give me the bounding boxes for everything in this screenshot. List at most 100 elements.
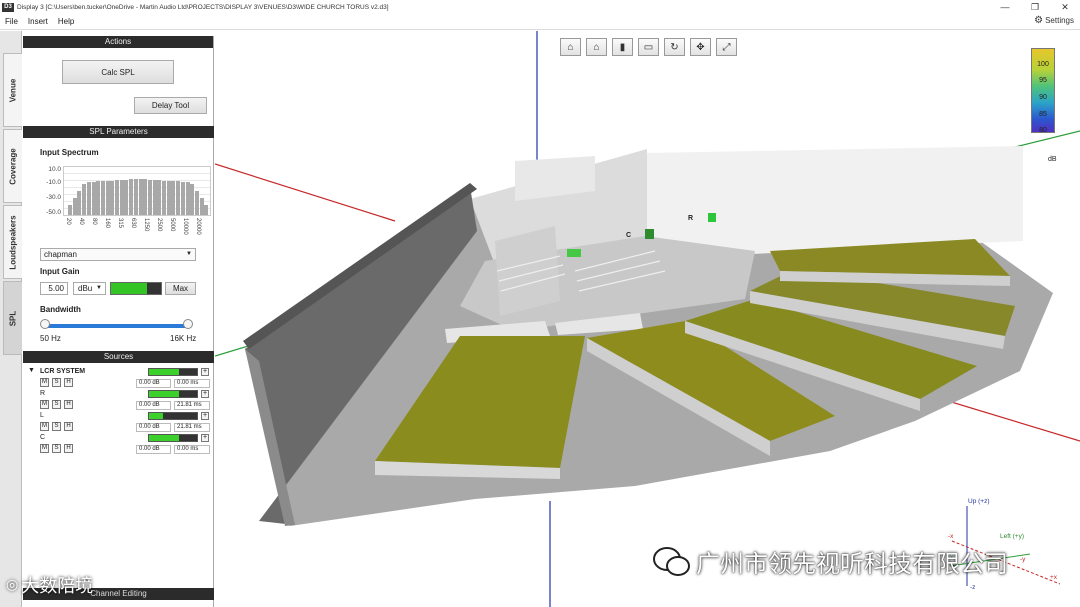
- top-view-icon[interactable]: ▭: [638, 38, 659, 56]
- tab-spl[interactable]: SPL: [3, 281, 22, 355]
- add-icon[interactable]: +: [201, 390, 209, 398]
- tab-coverage[interactable]: Coverage: [3, 129, 22, 203]
- hide-button[interactable]: H: [64, 444, 73, 453]
- spectrum-bar: [129, 179, 134, 215]
- mute-button[interactable]: M: [40, 378, 49, 387]
- source-delay-input[interactable]: 21.81 ms: [174, 423, 210, 432]
- rotate-icon[interactable]: ↻: [664, 38, 685, 56]
- hide-button[interactable]: H: [64, 422, 73, 431]
- tab-loudspeakers-label: Loudspeakers: [8, 214, 18, 270]
- x-tick: 630: [130, 218, 136, 229]
- pan-icon[interactable]: ✥: [690, 38, 711, 56]
- source-delay-input[interactable]: 21.81 ms: [174, 401, 210, 410]
- spectrum-bar: [68, 205, 72, 215]
- bandwidth-high-label: 16K Hz: [170, 334, 197, 343]
- source-level-input[interactable]: 0.00 dB: [136, 423, 171, 432]
- spectrum-bar: [110, 180, 115, 215]
- spectrum-bar: [147, 179, 152, 215]
- tab-coverage-label: Coverage: [8, 147, 18, 185]
- bandwidth-slider-low-handle[interactable]: [40, 319, 50, 329]
- spectrum-bar: [105, 180, 110, 215]
- mute-button[interactable]: M: [40, 400, 49, 409]
- hide-button[interactable]: H: [64, 400, 73, 409]
- restore-button[interactable]: ❐: [1020, 0, 1050, 14]
- gain-value-input[interactable]: 5.00: [40, 282, 68, 295]
- axis-left-label: Left (+y): [1000, 533, 1025, 540]
- y-tick: -10.0: [46, 179, 61, 186]
- settings-button[interactable]: ⚙ Settings: [1034, 15, 1074, 26]
- spectrum-bar: [96, 181, 101, 215]
- mute-button[interactable]: M: [40, 422, 49, 431]
- solo-button[interactable]: S: [52, 422, 61, 431]
- x-tick: 20000: [195, 218, 201, 235]
- spectrum-type-select[interactable]: chapman ▼: [40, 248, 196, 261]
- spectrum-bar: [133, 179, 138, 215]
- menu-insert[interactable]: Insert: [23, 14, 53, 30]
- spectrum-chart: [63, 166, 211, 216]
- spectrum-bar: [180, 181, 185, 215]
- spectrum-bar: [194, 191, 199, 215]
- source-name: LCR SYSTEM: [40, 368, 86, 375]
- company-name: 广州市领先视听科技有限公司: [696, 550, 1008, 578]
- fit-icon[interactable]: ⤢: [716, 38, 737, 56]
- tab-loudspeakers[interactable]: Loudspeakers: [3, 205, 22, 279]
- bandwidth-low-label: 50 Hz: [40, 334, 61, 343]
- source-level-input[interactable]: 0.00 dB: [136, 401, 171, 410]
- tab-venue[interactable]: Venue: [3, 53, 22, 127]
- calc-spl-button[interactable]: Calc SPL: [62, 60, 174, 84]
- solo-button[interactable]: S: [52, 444, 61, 453]
- bandwidth-slider-track[interactable]: [43, 324, 189, 328]
- spectrum-bar: [185, 181, 190, 215]
- y-tick: 10.0: [48, 166, 61, 173]
- side-view-icon[interactable]: ▮: [612, 38, 633, 56]
- max-button[interactable]: Max: [165, 282, 196, 295]
- source-level-input[interactable]: 0.00 dB: [136, 379, 171, 388]
- y-tick: -30.0: [46, 194, 61, 201]
- app-logo: D3: [2, 2, 14, 12]
- add-icon[interactable]: +: [201, 434, 209, 442]
- spectrum-bar: [166, 180, 171, 215]
- source-delay-input[interactable]: 0.00 ms: [174, 379, 210, 388]
- add-icon[interactable]: +: [201, 368, 209, 376]
- home-front-icon[interactable]: ⌂: [560, 38, 581, 56]
- gain-unit-select[interactable]: dBu ▼: [73, 282, 106, 295]
- spectrum-bar: [152, 179, 157, 215]
- spectrum-type-value: chapman: [44, 250, 77, 259]
- spectrum-bar: [138, 179, 143, 215]
- x-tick: 10000: [182, 218, 188, 235]
- source-delay-input[interactable]: 0.00 ms: [174, 445, 210, 454]
- spectrum-bar: [72, 198, 77, 215]
- brand-watermark: ◎ 大数陪境: [0, 572, 93, 598]
- solo-button[interactable]: S: [52, 400, 61, 409]
- menu-help[interactable]: Help: [53, 14, 79, 30]
- solo-button[interactable]: S: [52, 378, 61, 387]
- spectrum-bar: [77, 191, 82, 215]
- sources-header: Sources: [23, 351, 214, 363]
- source-level-meter-fill: [149, 413, 164, 419]
- spectrum-bar: [100, 181, 105, 215]
- spl-parameters-header: SPL Parameters: [23, 126, 214, 138]
- x-tick: 20: [65, 218, 71, 225]
- add-icon[interactable]: +: [201, 412, 209, 420]
- home-icon[interactable]: ⌂: [586, 38, 607, 56]
- source-level-input[interactable]: 0.00 dB: [136, 445, 171, 454]
- 3d-viewport[interactable]: R C ⌂ ⌂ ▮ ▭ ↻ ✥ ⤢ 100 95 90 85 80 dB Up …: [215, 31, 1080, 607]
- speaker-r: [708, 213, 716, 222]
- minimize-button[interactable]: —: [990, 0, 1020, 14]
- spectrum-bar: [124, 179, 129, 215]
- mute-button[interactable]: M: [40, 444, 49, 453]
- spectrum-bar: [86, 181, 91, 215]
- legend-value: 85: [1039, 111, 1047, 118]
- gain-unit-value: dBu: [78, 284, 93, 293]
- actions-header: Actions: [23, 36, 213, 48]
- wechat-icon: [653, 546, 690, 576]
- source-row: L M S H +0.00 dB 21.81 ms: [23, 412, 213, 434]
- app-window: D3 Display 3 [C:\Users\ben.tucker\OneDri…: [0, 0, 1080, 607]
- delay-tool-button[interactable]: Delay Tool: [134, 97, 207, 114]
- spectrum-bar: [143, 179, 148, 215]
- y-tick: -50.0: [46, 209, 61, 216]
- close-button[interactable]: ✕: [1050, 0, 1080, 14]
- menu-file[interactable]: File: [0, 14, 23, 30]
- hide-button[interactable]: H: [64, 378, 73, 387]
- bandwidth-slider-high-handle[interactable]: [183, 319, 193, 329]
